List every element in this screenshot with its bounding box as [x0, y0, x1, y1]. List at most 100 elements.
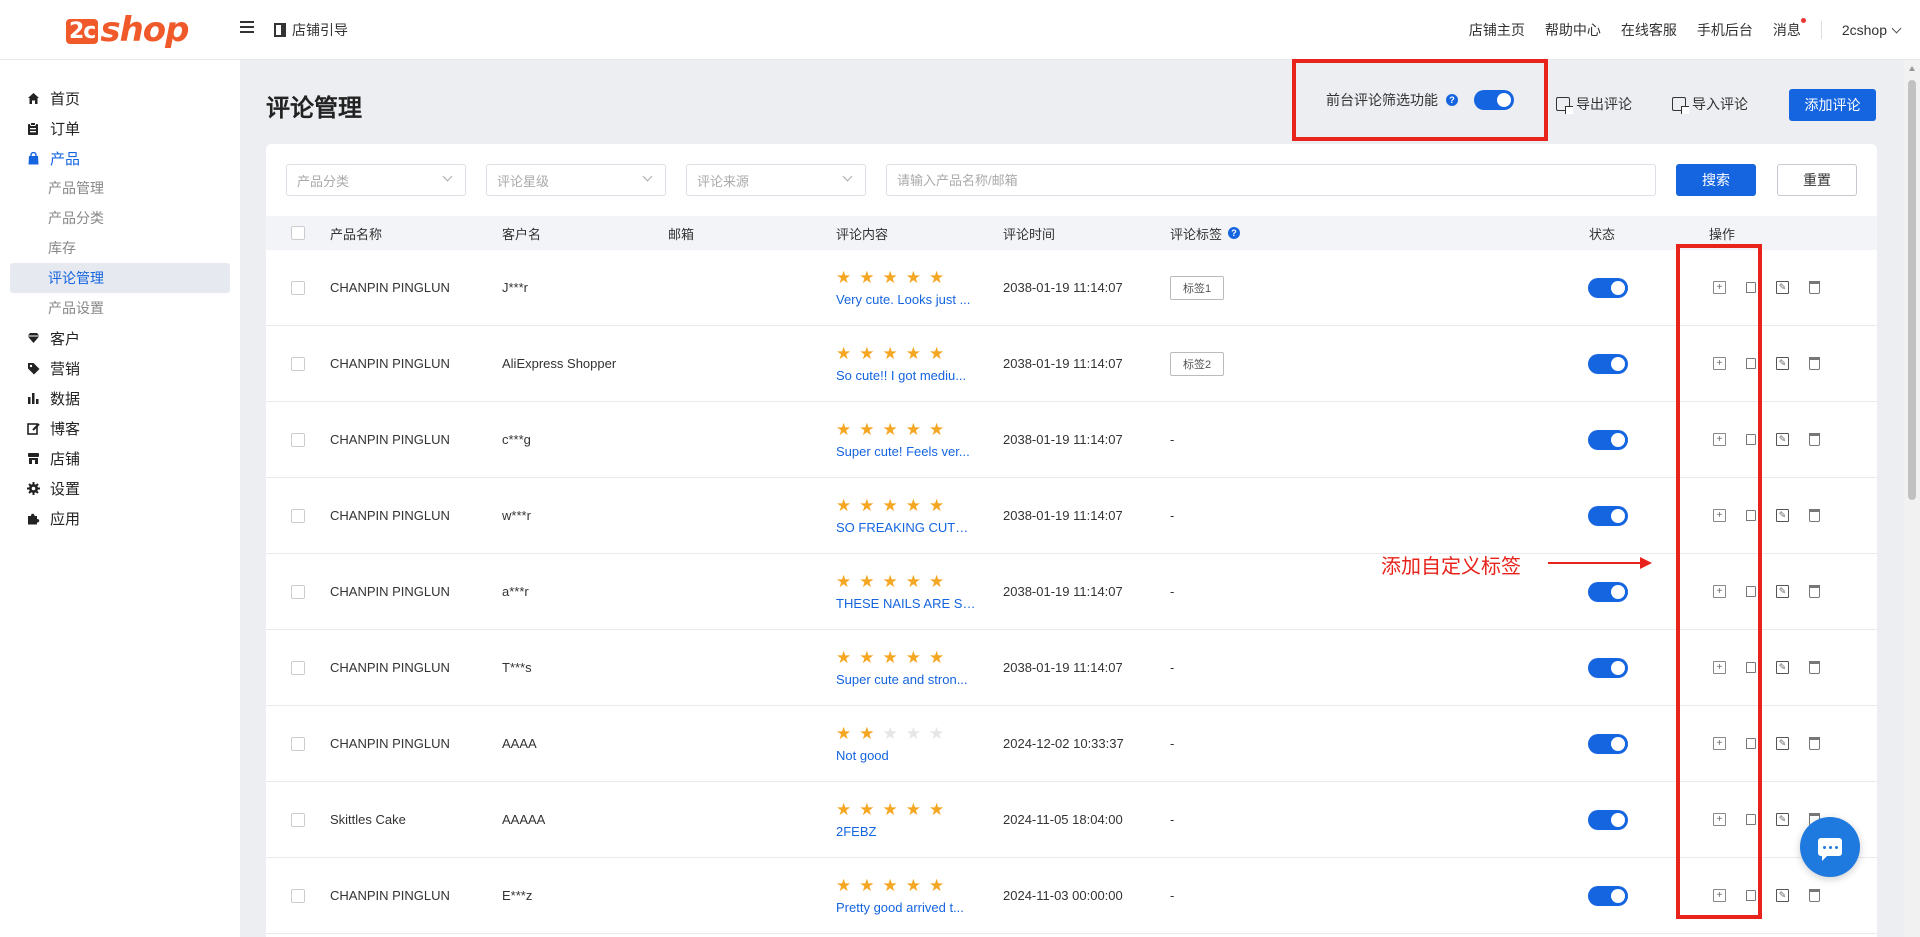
review-content: ★ ★ ★ ★ ★ Pretty good arrived t...	[836, 858, 976, 933]
row-checkbox[interactable]	[291, 888, 305, 903]
star-icon: ★	[859, 875, 875, 895]
chevron-down-icon	[642, 171, 653, 182]
review-tags: 标签2	[1170, 326, 1225, 401]
review-tag: 标签1	[1170, 275, 1225, 300]
store-guide-link[interactable]: 店铺引导	[274, 20, 348, 40]
page-scrollbar[interactable]	[1904, 60, 1920, 937]
sidebar-item-products[interactable]: 产品	[0, 143, 240, 173]
edit-icon[interactable]: ✎	[1776, 509, 1789, 522]
edit-icon[interactable]: ✎	[1776, 433, 1789, 446]
sidebar-sub-product-management[interactable]: 产品管理	[0, 173, 240, 203]
star-icon: ★	[929, 267, 945, 287]
review-text[interactable]: Very cute. Looks just ...	[836, 292, 976, 307]
review-text[interactable]: THESE NAILS ARE SO...	[836, 596, 976, 611]
delete-icon[interactable]	[1809, 889, 1820, 902]
help-icon[interactable]: ?	[1446, 94, 1458, 106]
status-switch[interactable]	[1588, 657, 1628, 678]
review-text[interactable]: Not good	[836, 748, 976, 763]
nav-online-support[interactable]: 在线客服	[1621, 20, 1677, 40]
sidebar-item-customers[interactable]: 客户	[0, 323, 240, 353]
sidebar-item-marketing[interactable]: 营销	[0, 353, 240, 383]
user-menu[interactable]: 2cshop	[1842, 22, 1902, 38]
row-checkbox[interactable]	[291, 356, 305, 371]
row-checkbox[interactable]	[291, 660, 305, 675]
edit-icon[interactable]: ✎	[1776, 585, 1789, 598]
edit-icon[interactable]: ✎	[1776, 737, 1789, 750]
status-switch[interactable]	[1588, 733, 1628, 754]
menu-toggle-icon[interactable]	[240, 21, 254, 35]
delete-icon[interactable]	[1809, 433, 1820, 446]
status-switch[interactable]	[1588, 505, 1628, 526]
status-switch[interactable]	[1588, 353, 1628, 374]
delete-icon[interactable]	[1809, 737, 1820, 750]
status-switch[interactable]	[1588, 429, 1628, 450]
chat-button[interactable]	[1800, 817, 1860, 877]
sidebar-item-blog[interactable]: 博客	[0, 413, 240, 443]
review-text[interactable]: Super cute and stron...	[836, 672, 976, 687]
sidebar-sub-product-settings[interactable]: 产品设置	[0, 293, 240, 323]
export-reviews-button[interactable]: 导出评论	[1556, 94, 1632, 114]
row-checkbox[interactable]	[291, 280, 305, 295]
review-text[interactable]: So cute!! I got mediu...	[836, 368, 976, 383]
add-review-button[interactable]: 添加评论	[1789, 89, 1876, 121]
delete-icon[interactable]	[1809, 585, 1820, 598]
search-button[interactable]: 搜索	[1676, 164, 1756, 196]
row-checkbox[interactable]	[291, 812, 305, 827]
sidebar-sub-inventory[interactable]: 库存	[0, 233, 240, 263]
review-content: ★ ★ ★ ★ ★ 2FEBZ	[836, 782, 976, 857]
rating-select[interactable]: 评论星级	[486, 164, 666, 196]
delete-icon[interactable]	[1809, 357, 1820, 370]
nav-help-center[interactable]: 帮助中心	[1545, 20, 1601, 40]
category-select[interactable]: 产品分类	[286, 164, 466, 196]
source-select[interactable]: 评论来源	[686, 164, 866, 196]
nav-store-home[interactable]: 店铺主页	[1469, 20, 1525, 40]
reset-button[interactable]: 重置	[1777, 164, 1857, 196]
row-checkbox[interactable]	[291, 432, 305, 447]
review-text[interactable]: 2FEBZ	[836, 824, 976, 839]
import-reviews-button[interactable]: 导入评论	[1672, 94, 1748, 114]
delete-icon[interactable]	[1809, 661, 1820, 674]
sidebar-item-orders[interactable]: 订单	[0, 113, 240, 143]
status-switch[interactable]	[1588, 581, 1628, 602]
review-text[interactable]: Super cute! Feels ver...	[836, 444, 976, 459]
star-icon: ★	[882, 875, 898, 895]
sidebar-item-apps[interactable]: 应用	[0, 503, 240, 533]
select-all-checkbox[interactable]	[291, 226, 305, 240]
col-email: 邮箱	[668, 226, 695, 242]
nav-messages[interactable]: 消息	[1773, 18, 1806, 40]
scroll-up-icon[interactable]	[1909, 66, 1915, 71]
review-text[interactable]: Pretty good arrived t...	[836, 900, 976, 915]
scroll-thumb[interactable]	[1908, 80, 1916, 500]
unread-dot	[1800, 18, 1806, 23]
delete-icon[interactable]	[1809, 281, 1820, 294]
frontend-filter-label: 前台评论筛选功能	[1326, 92, 1438, 108]
status-switch[interactable]	[1588, 277, 1628, 298]
edit-icon[interactable]: ✎	[1776, 813, 1789, 826]
status-switch[interactable]	[1588, 809, 1628, 830]
sidebar-item-label: 应用	[50, 510, 81, 528]
row-checkbox[interactable]	[291, 584, 305, 599]
delete-icon[interactable]	[1809, 509, 1820, 522]
logo[interactable]: 2c shop	[66, 10, 190, 50]
frontend-filter-switch[interactable]	[1474, 90, 1514, 110]
row-checkbox[interactable]	[291, 736, 305, 751]
sidebar-item-store[interactable]: 店铺	[0, 443, 240, 473]
sidebar-item-data[interactable]: 数据	[0, 383, 240, 413]
edit-icon[interactable]: ✎	[1776, 281, 1789, 294]
help-icon[interactable]: ?	[1228, 227, 1241, 239]
sidebar-item-home[interactable]: 首页	[0, 83, 240, 113]
star-icon: ★	[859, 495, 875, 515]
table-row: Skittles Cake AAAAA ★ ★ ★ ★ ★ 2FEBZ 2024-11-…	[266, 782, 1877, 858]
sidebar-sub-product-category[interactable]: 产品分类	[0, 203, 240, 233]
review-text[interactable]: SO FREAKING CUTEE...	[836, 520, 976, 535]
product-name: CHANPIN PINGLUN	[330, 508, 450, 523]
edit-icon[interactable]: ✎	[1776, 889, 1789, 902]
nav-mobile-admin[interactable]: 手机后台	[1697, 20, 1753, 40]
sidebar-sub-review-management[interactable]: 评论管理	[10, 263, 230, 293]
edit-icon[interactable]: ✎	[1776, 357, 1789, 370]
status-switch[interactable]	[1588, 885, 1628, 906]
search-input[interactable]	[886, 164, 1656, 196]
row-checkbox[interactable]	[291, 508, 305, 523]
edit-icon[interactable]: ✎	[1776, 661, 1789, 674]
sidebar-item-settings[interactable]: 设置	[0, 473, 240, 503]
